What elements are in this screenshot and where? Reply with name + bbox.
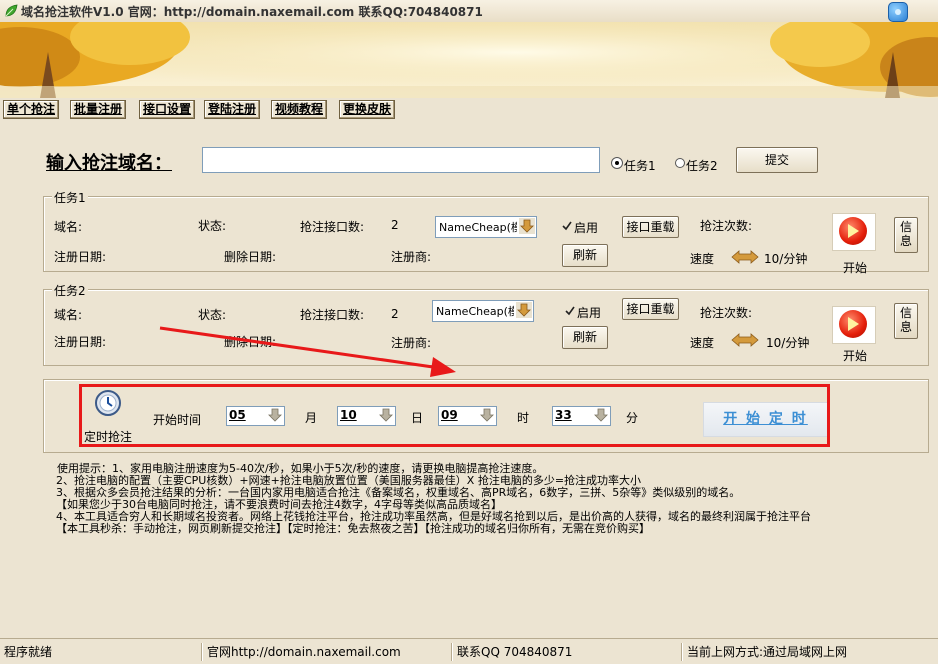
play-icon bbox=[839, 217, 867, 245]
highlight-box bbox=[79, 384, 830, 447]
task1-group-title: 任务1 bbox=[52, 189, 88, 206]
status-bar: 程序就绪 官网http://domain.naxemail.com 联系QQ 7… bbox=[0, 638, 938, 664]
task1-refresh-button[interactable]: 刷新 bbox=[562, 244, 608, 267]
domain-input-label: 输入抢注域名： bbox=[46, 153, 172, 174]
close-button[interactable] bbox=[888, 2, 908, 22]
submit-button[interactable]: 提交 bbox=[736, 147, 818, 173]
tab-video-tutorial[interactable]: 视频教程 bbox=[271, 100, 328, 119]
tab-single[interactable]: 单个抢注 bbox=[3, 100, 60, 119]
down-arrow-icon bbox=[519, 218, 535, 234]
usage-tips: 使用提示：1、家用电脑注册速度为5-40次/秒，如果小于5次/秒的速度，请更换电… bbox=[56, 463, 927, 535]
task1-enable-checkbox[interactable] bbox=[562, 221, 572, 231]
window-title: 域名抢注软件V1.0 官网：http://domain.naxemail.com… bbox=[21, 5, 483, 19]
tab-api-settings[interactable]: 接口设置 bbox=[139, 100, 196, 119]
task2-enable-checkbox[interactable] bbox=[565, 306, 575, 316]
task2-group-title: 任务2 bbox=[52, 282, 88, 299]
task2-enable-label: 启用 bbox=[577, 306, 602, 320]
radio-task2[interactable] bbox=[675, 158, 685, 168]
status-ready: 程序就绪 bbox=[4, 645, 53, 659]
tab-change-skin[interactable]: 更换皮肤 bbox=[339, 100, 396, 119]
autumn-tree-banner-image bbox=[0, 22, 938, 98]
task1-start-label: 开始 bbox=[843, 261, 868, 275]
task2-api-count: 2 bbox=[391, 307, 399, 321]
tip-line: 【本工具秒杀：手动抢注，网页刷新提交抢注】【定时抢注：免去熬夜之苦】【抢注成功的… bbox=[56, 522, 650, 535]
task2-reload-button[interactable]: 接口重载 bbox=[622, 298, 679, 320]
task2-domain-label: 域名: bbox=[54, 308, 83, 322]
annotation-arrow bbox=[159, 326, 456, 377]
tab-label: 登陆注册 bbox=[208, 102, 257, 116]
task1-api-count-label: 抢注接口数: bbox=[300, 220, 365, 234]
close-icon bbox=[895, 9, 901, 15]
task2-speed-value: 10/分钟 bbox=[766, 336, 810, 350]
leaf-icon bbox=[5, 4, 18, 17]
task1-status-label: 状态: bbox=[198, 219, 227, 233]
tab-bar: 单个抢注 批量注册 接口设置 登陆注册 视频教程 更换皮肤 bbox=[0, 98, 938, 120]
task2-reg-date-label: 注册日期: bbox=[54, 335, 107, 349]
header-banner bbox=[0, 22, 938, 98]
status-qq: 联系QQ 704840871 bbox=[452, 643, 679, 661]
tab-label: 单个抢注 bbox=[7, 102, 56, 116]
task1-del-date-label: 删除日期: bbox=[224, 250, 277, 264]
tab-batch[interactable]: 批量注册 bbox=[70, 100, 127, 119]
task1-provider-value: NameCheap(模拟 bbox=[439, 221, 517, 234]
domain-input[interactable] bbox=[202, 147, 600, 173]
task2-info-button[interactable]: 信息 bbox=[894, 303, 918, 339]
task1-reload-button[interactable]: 接口重载 bbox=[622, 216, 679, 238]
task1-api-count: 2 bbox=[391, 218, 399, 232]
tab-label: 视频教程 bbox=[275, 102, 324, 116]
tab-login-register[interactable]: 登陆注册 bbox=[204, 100, 261, 119]
down-arrow-icon bbox=[516, 302, 532, 318]
task1-enable-label: 启用 bbox=[574, 221, 599, 235]
status-network: 当前上网方式:通过局域网上网 bbox=[682, 643, 937, 661]
task2-refresh-button[interactable]: 刷新 bbox=[562, 326, 608, 349]
tab-label: 接口设置 bbox=[143, 102, 192, 116]
task2-attempts-label: 抢注次数: bbox=[700, 306, 753, 320]
radio-task1-label: 任务1 bbox=[624, 159, 656, 173]
task1-domain-label: 域名: bbox=[54, 220, 83, 234]
task2-speed-adjust-icon[interactable] bbox=[731, 333, 759, 347]
task1-speed-label: 速度 bbox=[690, 252, 715, 266]
task2-provider-value: NameCheap(模拟 bbox=[436, 305, 514, 318]
radio-task1[interactable] bbox=[611, 157, 623, 169]
task2-provider-select[interactable]: NameCheap(模拟 bbox=[432, 300, 534, 322]
radio-task2-label: 任务2 bbox=[686, 159, 718, 173]
radio-selected-dot bbox=[615, 161, 619, 165]
play-icon bbox=[839, 310, 867, 338]
task1-attempts-label: 抢注次数: bbox=[700, 219, 753, 233]
task1-reg-date-label: 注册日期: bbox=[54, 250, 107, 264]
tab-label: 批量注册 bbox=[74, 102, 123, 116]
title-bar: 域名抢注软件V1.0 官网：http://domain.naxemail.com… bbox=[0, 0, 938, 23]
task1-registrar-label: 注册商: bbox=[391, 250, 432, 264]
task1-start-button[interactable] bbox=[832, 213, 876, 251]
task1-provider-select[interactable]: NameCheap(模拟 bbox=[435, 216, 537, 238]
task1-speed-value: 10/分钟 bbox=[764, 252, 808, 266]
tab-label: 更换皮肤 bbox=[343, 102, 392, 116]
task1-info-button[interactable]: 信息 bbox=[894, 217, 918, 253]
task1-speed-adjust-icon[interactable] bbox=[731, 250, 759, 264]
status-site: 官网http://domain.naxemail.com bbox=[202, 643, 451, 661]
task2-speed-label: 速度 bbox=[690, 336, 715, 350]
task2-start-label: 开始 bbox=[843, 349, 868, 363]
task2-start-button[interactable] bbox=[832, 306, 876, 344]
